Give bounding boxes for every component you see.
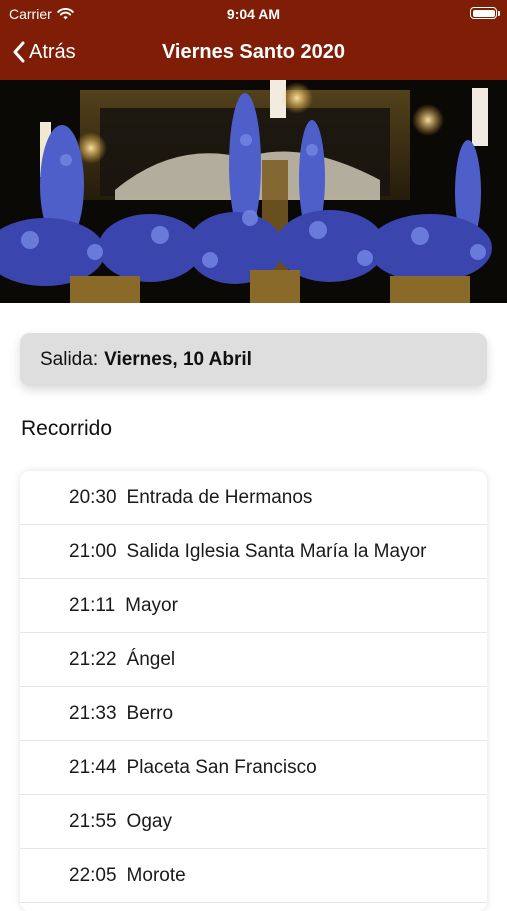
back-button[interactable]: Atrás: [12, 30, 76, 74]
route-row[interactable]: 21:00 Salida Iglesia Santa María la Mayor: [20, 525, 487, 579]
route-time: 21:11: [69, 594, 116, 616]
route-list: 20:30 Entrada de Hermanos 21:00 Salida Igl…: [20, 471, 487, 911]
route-place: Salida Iglesia Santa María la Mayor: [126, 540, 427, 562]
route-place: Ogay: [126, 810, 172, 832]
page-title: Viernes Santo 2020: [161, 41, 346, 63]
route-place: Ángel: [126, 648, 176, 670]
back-button-label: Atrás: [29, 40, 76, 63]
route-time: 21:44: [69, 756, 117, 778]
route-place: Placeta San Francisco: [126, 756, 317, 778]
route-row[interactable]: 21:33 Berro: [20, 687, 487, 741]
route-time: 22:05: [69, 864, 117, 886]
departure-date: Viernes, 10 Abril: [104, 348, 252, 370]
procession-photo: [0, 80, 507, 303]
route-row[interactable]: 21:55 Ogay: [20, 795, 487, 849]
route-row[interactable]: 21:22 Ángel: [20, 633, 487, 687]
route-time: 21:00: [69, 540, 117, 562]
route-time: 21:22: [69, 648, 117, 670]
route-place: Berro: [126, 702, 174, 724]
departure-label: Salida:: [40, 348, 99, 370]
route-place: Entrada de Hermanos: [126, 486, 313, 508]
chevron-left-icon: [13, 41, 25, 63]
status-time: 9:04 AM: [226, 6, 281, 22]
navigation-bar: Atrás Viernes Santo 2020: [0, 30, 507, 74]
battery-icon: [470, 7, 500, 19]
app-header: Carrier 9:04 AM Atrás Viernes Santo 2020: [0, 0, 507, 80]
route-row[interactable]: 22:05 Morote: [20, 849, 487, 903]
route-place: Mayor: [125, 594, 178, 616]
route-time: 21:55: [69, 810, 117, 832]
route-row[interactable]: 21:44 Placeta San Francisco: [20, 741, 487, 795]
route-section-title: Recorrido: [21, 417, 113, 440]
route-row[interactable]: 20:30 Entrada de Hermanos: [20, 471, 487, 525]
route-time: 21:33: [69, 702, 117, 724]
departure-card: Salida: Viernes, 10 Abril: [20, 333, 487, 386]
route-time: 20:30: [69, 486, 117, 508]
route-place: Morote: [126, 864, 186, 886]
status-bar: Carrier 9:04 AM: [0, 0, 507, 28]
route-row[interactable]: 21:11 Mayor: [20, 579, 487, 633]
